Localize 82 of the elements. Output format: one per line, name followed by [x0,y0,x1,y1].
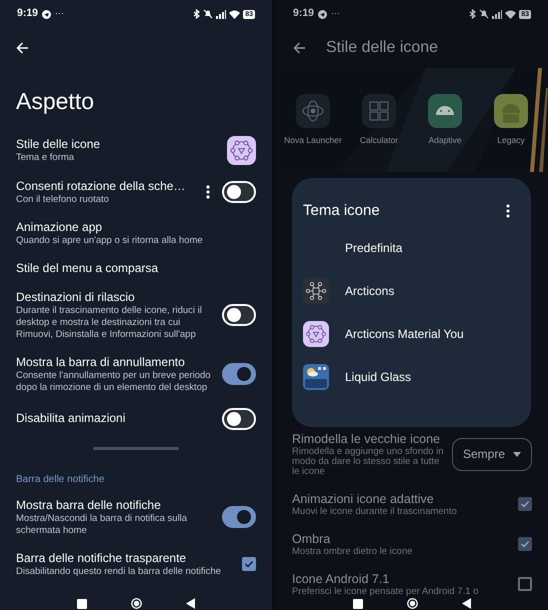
hexagon-network-icon [227,136,256,164]
option-label: Arcticons Material You [345,326,464,342]
muted-bell-icon [479,9,490,19]
checkbox[interactable] [518,497,532,511]
setting-title[interactable]: Animazione app [16,220,203,234]
calculator-icon [362,94,396,128]
signal-icon [492,10,502,18]
recents-icon[interactable] [77,598,87,608]
signal-icon [216,10,226,18]
hexagon-network-icon [303,320,329,346]
setting-title[interactable]: Icone Android 7.1 [292,571,478,587]
section-header: Barra delle notifiche [16,474,104,484]
setting-description: Con il telefono ruotato [16,194,110,206]
robot-icon [428,94,462,128]
theme-option[interactable]: Arcticons [303,278,520,304]
setting-title[interactable]: Barra delle notifiche trasparente [16,550,221,566]
more-vertical-icon[interactable] [206,185,210,199]
wifi-icon [505,10,516,18]
setting-title[interactable]: Stile delle icone [16,136,100,152]
theme-option[interactable]: Arcticons Material You [303,320,520,346]
checkbox[interactable] [518,577,532,591]
icon-label: Calculator [360,134,398,147]
back-icon[interactable] [186,598,195,609]
option-label: Liquid Glass [345,368,412,386]
checkbox[interactable] [518,537,532,551]
setting-description: Tema e forma [16,152,76,164]
status-time: 9:19 [17,6,38,22]
check-icon [520,539,530,549]
setting-title[interactable]: Mostra la barra di annullamento [16,354,214,370]
setting-description: Disabilitando questo rendi la barra delle notifiche [16,566,221,578]
home-icon[interactable] [407,598,418,609]
option-label: Predefinita [345,240,402,256]
setting-description: Preferisci le icone pensate per Android 7.1 o [292,587,478,597]
page-title: Aspetto [16,88,94,114]
home-icon[interactable] [131,598,142,609]
theme-option[interactable]: Predefinita [303,234,520,260]
bluetooth-icon [193,9,200,19]
paper-plane-icon [42,10,52,18]
toggle-switch[interactable] [222,506,256,528]
bluetooth-icon [469,9,476,19]
wifi-icon [229,10,240,18]
dropdown-field[interactable]: Sempre [452,438,532,470]
paper-plane-icon [318,10,328,18]
muted-bell-icon [203,9,214,19]
caret-down-icon [513,452,521,456]
setting-description: Consente l'annullamento per un breve periodo dopo la rimozione di un elemento del desktop [16,370,212,394]
icon-label: Nova Launcher [284,134,342,147]
recents-icon[interactable] [353,598,363,608]
back-icon[interactable] [462,598,471,609]
check-icon [244,559,254,569]
setting-description: Quando si apre un'app o si ritorna alla home [16,234,203,246]
more-vertical-icon[interactable] [506,204,510,218]
setting-description: Mostra/Nascondi la barra di notifica sulla schermata home [16,512,188,536]
setting-description: Muovi le icone durante il trascinamento [292,507,457,517]
weather-widget-icon [303,364,329,390]
setting-description: Durante il trascinamento delle icone, riduci il desktop e mostra le destinazioni tra cui Rimuovi, Disinstalla e Informazioni sull'app [16,304,203,340]
toggle-switch[interactable] [222,363,256,385]
hexagon-network-icon [303,278,329,304]
more-notifications: ··· [331,7,340,20]
back-arrow-icon[interactable] [293,42,306,54]
setting-title[interactable]: Rimodella le vecchie icone [292,431,444,447]
setting-description: Mostra ombre dietro le icone [292,547,412,557]
check-icon [520,499,530,509]
dialog-title: Tema icone [303,201,380,221]
theme-option[interactable]: Liquid Glass [303,364,520,390]
setting-description: Rimodella e aggiunge uno sfondo in modo da dare lo stesso stile a tutte le icone [292,447,444,477]
screen-title: Stile delle icone [326,38,438,58]
setting-title[interactable]: Ombra [292,531,412,547]
icon-label: Legacy [497,134,525,147]
setting-title[interactable]: Consenti rotazione della sche… [16,178,186,194]
icon-label: Adaptive [428,134,462,147]
setting-title[interactable]: Disabilita animazioni [16,411,126,426]
atom-icon [296,94,330,128]
setting-title[interactable]: Stile del menu a comparsa [16,260,158,276]
more-notifications: ··· [55,7,64,20]
setting-title[interactable]: Mostra barra delle notifiche [16,498,214,512]
status-time: 9:19 [293,6,314,22]
setting-title[interactable]: Destinazioni di rilascio [16,290,214,304]
setting-title[interactable]: Animazioni icone adattive [292,491,457,507]
checkbox[interactable] [242,557,256,571]
robot-icon [494,94,528,128]
option-label: Arcticons [345,282,394,300]
